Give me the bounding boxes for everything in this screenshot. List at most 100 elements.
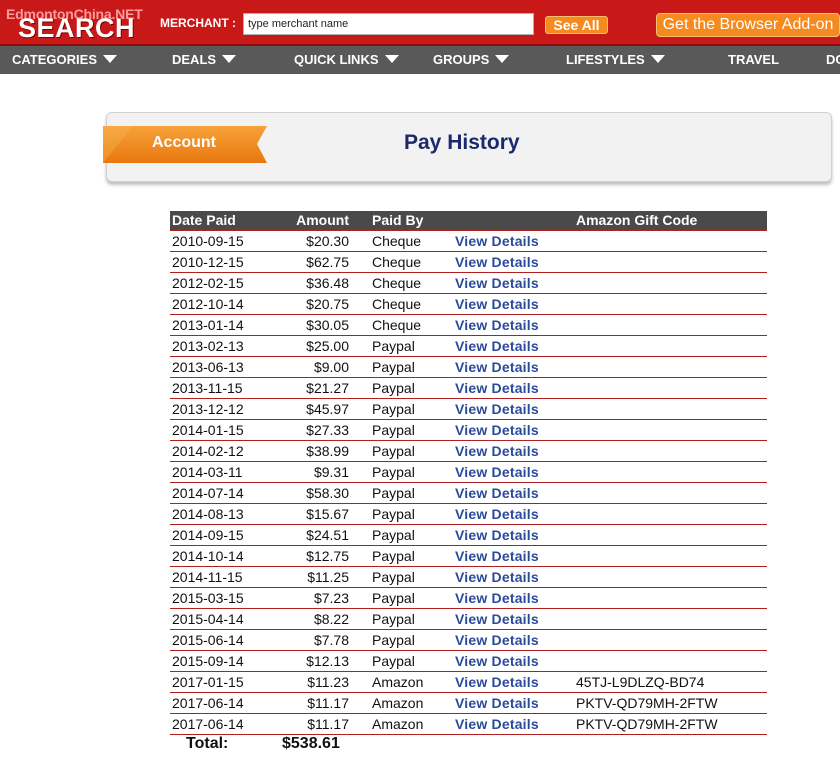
table-row: 2017-06-14 $11.17 Amazon View Details PKTV-Q…	[170, 692, 767, 714]
paid-by-cell: Paypal	[351, 398, 453, 420]
view-details-link[interactable]: View Details	[455, 569, 539, 585]
paid-by-cell: Cheque	[351, 251, 453, 273]
amount-cell: $58.30	[274, 482, 351, 504]
paid-by-cell: Paypal	[351, 524, 453, 546]
view-details-link[interactable]: View Details	[455, 653, 539, 669]
view-details-link[interactable]: View Details	[455, 401, 539, 417]
view-details-link[interactable]: View Details	[455, 359, 539, 375]
paid-by-cell: Cheque	[351, 272, 453, 294]
date-paid-cell: 2017-01-15	[170, 671, 274, 693]
paid-by-cell: Paypal	[351, 419, 453, 441]
gift-code-cell	[574, 293, 767, 315]
table-row: 2015-06-14 $7.78 Paypal View Details	[170, 629, 767, 651]
date-paid-cell: 2010-12-15	[170, 251, 274, 273]
nav-quick-links-label: QUICK LINKS	[294, 52, 379, 67]
nav-quick-links[interactable]: QUICK LINKS	[294, 46, 399, 74]
amount-cell: $20.30	[274, 230, 351, 252]
date-paid-cell: 2014-07-14	[170, 482, 274, 504]
merchant-search-input[interactable]	[243, 13, 534, 35]
nav-groups-label: GROUPS	[433, 52, 490, 67]
details-cell: View Details	[453, 356, 574, 378]
see-all-button[interactable]: See All	[545, 16, 608, 34]
view-details-link[interactable]: View Details	[455, 338, 539, 354]
nav-deals[interactable]: DEALS	[172, 46, 237, 74]
chevron-down-icon	[384, 55, 399, 63]
view-details-link[interactable]: View Details	[455, 317, 539, 333]
view-details-link[interactable]: View Details	[455, 695, 539, 711]
view-details-link[interactable]: View Details	[455, 296, 539, 312]
view-details-link[interactable]: View Details	[455, 716, 539, 732]
view-details-link[interactable]: View Details	[455, 380, 539, 396]
details-cell: View Details	[453, 503, 574, 525]
gift-code-cell	[574, 566, 767, 588]
date-paid-cell: 2013-11-15	[170, 377, 274, 399]
gift-code-cell	[574, 503, 767, 525]
view-details-link[interactable]: View Details	[455, 506, 539, 522]
view-details-link[interactable]: View Details	[455, 254, 539, 270]
paid-by-cell: Amazon	[351, 692, 453, 714]
amount-cell: $12.13	[274, 650, 351, 672]
date-paid-cell: 2014-10-14	[170, 545, 274, 567]
view-details-link[interactable]: View Details	[455, 485, 539, 501]
view-details-link[interactable]: View Details	[455, 464, 539, 480]
amount-cell: $9.31	[274, 461, 351, 483]
table-row: 2013-12-12 $45.97 Paypal View Details	[170, 398, 767, 420]
table-row: 2013-02-13 $25.00 Paypal View Details	[170, 335, 767, 357]
nav-lifestyles-label: LIFESTYLES	[566, 52, 645, 67]
date-paid-cell: 2012-10-14	[170, 293, 274, 315]
paid-by-cell: Cheque	[351, 230, 453, 252]
details-cell: View Details	[453, 419, 574, 441]
browser-addon-button[interactable]: Get the Browser Add-on	[656, 13, 840, 37]
details-cell: View Details	[453, 461, 574, 483]
nav-groups[interactable]: GROUPS	[433, 46, 510, 74]
date-paid-cell: 2014-11-15	[170, 566, 274, 588]
table-row: 2015-04-14 $8.22 Paypal View Details	[170, 608, 767, 630]
table-row: 2014-09-15 $24.51 Paypal View Details	[170, 524, 767, 546]
paid-by-cell: Amazon	[351, 713, 453, 735]
date-paid-cell: 2012-02-15	[170, 272, 274, 294]
nav-categories[interactable]: CATEGORIES	[12, 46, 117, 74]
gift-code-cell	[574, 650, 767, 672]
view-details-link[interactable]: View Details	[455, 275, 539, 291]
amount-cell: $15.67	[274, 503, 351, 525]
view-details-link[interactable]: View Details	[455, 548, 539, 564]
date-paid-cell: 2014-01-15	[170, 419, 274, 441]
table-row: 2013-06-13 $9.00 Paypal View Details	[170, 356, 767, 378]
table-row: 2012-10-14 $20.75 Cheque View Details	[170, 293, 767, 315]
gift-code-cell	[574, 230, 767, 252]
account-label[interactable]: Account	[152, 134, 216, 152]
site-logo[interactable]: EdmontonChina.NET SEARCH	[4, 2, 150, 43]
details-cell: View Details	[453, 608, 574, 630]
date-paid-cell: 2014-09-15	[170, 524, 274, 546]
nav-dc[interactable]: DC	[826, 46, 840, 74]
view-details-link[interactable]: View Details	[455, 611, 539, 627]
amount-cell: $7.78	[274, 629, 351, 651]
details-cell: View Details	[453, 545, 574, 567]
gift-code-cell	[574, 419, 767, 441]
gift-code-cell: 45TJ-L9DLZQ-BD74	[574, 671, 767, 693]
view-details-link[interactable]: View Details	[455, 674, 539, 690]
gift-code-cell	[574, 335, 767, 357]
table-row: 2014-07-14 $58.30 Paypal View Details	[170, 482, 767, 504]
date-paid-cell: 2015-06-14	[170, 629, 274, 651]
date-paid-cell: 2017-06-14	[170, 713, 274, 735]
nav-lifestyles[interactable]: LIFESTYLES	[566, 46, 665, 74]
view-details-link[interactable]: View Details	[455, 590, 539, 606]
view-details-link[interactable]: View Details	[455, 527, 539, 543]
amount-cell: $30.05	[274, 314, 351, 336]
gift-code-cell	[574, 608, 767, 630]
amount-cell: $38.99	[274, 440, 351, 462]
view-details-link[interactable]: View Details	[455, 233, 539, 249]
details-cell: View Details	[453, 440, 574, 462]
view-details-link[interactable]: View Details	[455, 443, 539, 459]
table-row: 2014-03-11 $9.31 Paypal View Details	[170, 461, 767, 483]
chevron-down-icon	[222, 55, 237, 63]
amount-cell: $12.75	[274, 545, 351, 567]
view-details-link[interactable]: View Details	[455, 632, 539, 648]
top-bar: EdmontonChina.NET SEARCH MERCHANT : See …	[0, 0, 840, 46]
view-details-link[interactable]: View Details	[455, 422, 539, 438]
date-paid-cell: 2013-06-13	[170, 356, 274, 378]
amount-cell: $24.51	[274, 524, 351, 546]
nav-travel[interactable]: TRAVEL	[728, 46, 779, 74]
date-paid-cell: 2013-12-12	[170, 398, 274, 420]
